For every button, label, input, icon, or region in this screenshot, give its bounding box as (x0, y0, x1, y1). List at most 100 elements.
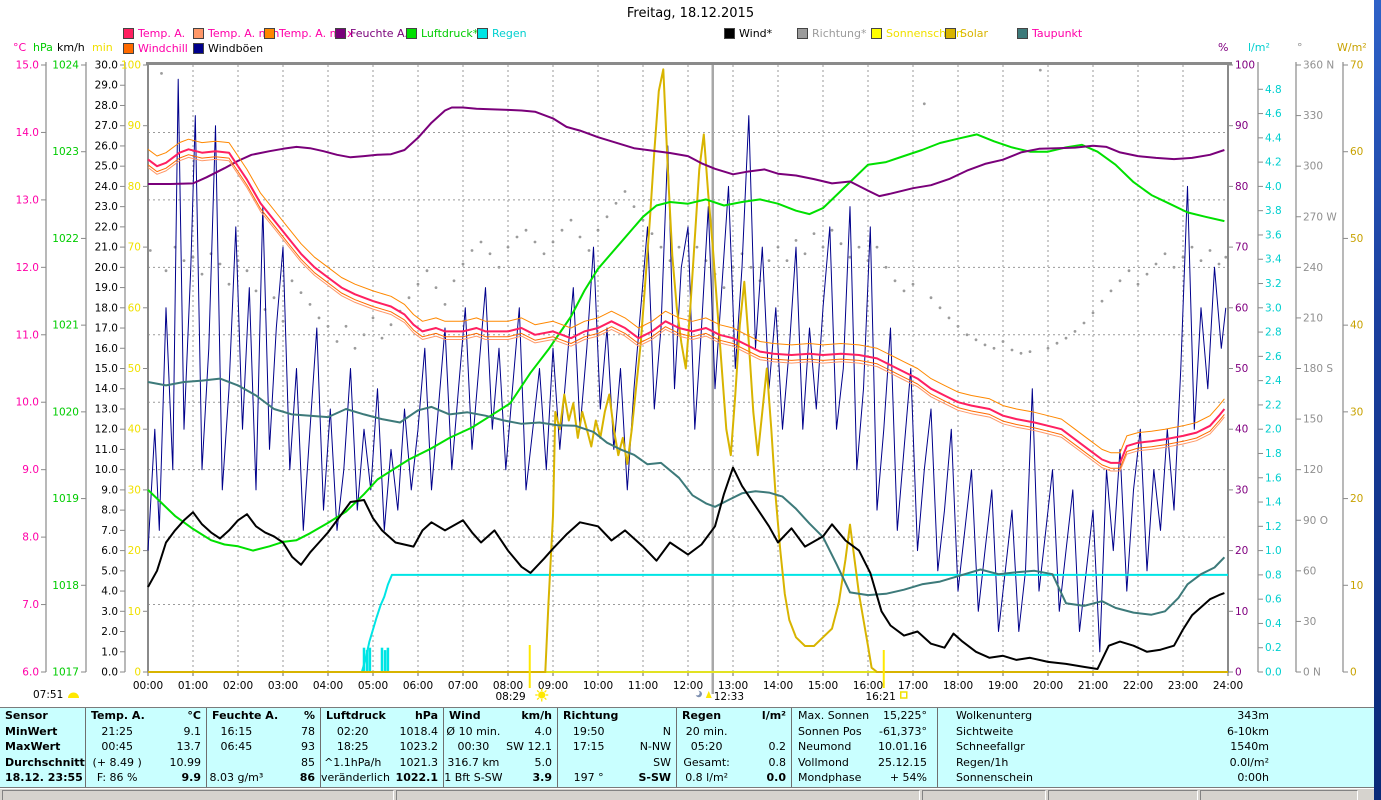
cell-time: 316.7 km (447, 755, 500, 769)
svg-text:4.4: 4.4 (1265, 132, 1282, 144)
cell-value: 3.9 (532, 771, 553, 785)
svg-text:80: 80 (1235, 181, 1248, 193)
svg-text:18:00: 18:00 (943, 680, 973, 692)
svg-text:4.8: 4.8 (1265, 84, 1282, 96)
table-header-row: Regen l/m² (677, 708, 791, 724)
column-unit: l/m² (761, 709, 786, 722)
svg-text:12:00: 12:00 (673, 680, 703, 692)
cell-time: 0.8 l/m² (685, 771, 729, 785)
table-row: Sichtweite 6-10km (938, 724, 1274, 740)
svg-text:22:00: 22:00 (1123, 680, 1153, 692)
table-col-regen: Regen l/m² 20 min. 05:20 0.2 Gesamt: 0.8 0.8 l/… (677, 708, 792, 787)
svg-text:11.0: 11.0 (16, 329, 39, 341)
svg-text:21:00: 21:00 (1078, 680, 1108, 692)
svg-text:240: 240 (1303, 262, 1323, 274)
status-panel (922, 790, 1046, 800)
svg-text:08:29: 08:29 (495, 691, 525, 703)
svg-text:01:00: 01:00 (178, 680, 208, 692)
cell-time: Gesamt: (683, 755, 730, 769)
svg-text:05:00: 05:00 (358, 680, 388, 692)
svg-text:3.2: 3.2 (1265, 278, 1282, 290)
table-row-label: 18.12. 23:55 (0, 770, 85, 786)
svg-text:15.0: 15.0 (16, 60, 39, 72)
cell-label: Max. Sonnen (798, 709, 870, 722)
cell-value: 9.1 (183, 724, 202, 738)
table-row-label: Durchschnitt (0, 755, 85, 771)
cell-value: 1018.4 (399, 724, 439, 738)
table-row: (+ 8.49 ) 10.99 (86, 755, 206, 771)
row-label: Durchschnitt (5, 755, 85, 769)
table-row: 316.7 km 5.0 (444, 755, 557, 771)
table-row-label: MaxWert (0, 739, 85, 755)
svg-text:13.0: 13.0 (16, 194, 39, 206)
table-row: 197 ° S-SW (558, 770, 676, 786)
svg-text:14:00: 14:00 (763, 680, 793, 692)
svg-text:22.0: 22.0 (95, 221, 118, 233)
svg-text:0.8: 0.8 (1265, 569, 1282, 581)
cell-value: 5.0 (534, 755, 553, 769)
svg-text:7.0: 7.0 (22, 599, 39, 611)
cell-time: ^1.1hPa/h (324, 755, 382, 769)
column-header: Wind (449, 709, 481, 722)
svg-text:24.0: 24.0 (95, 181, 118, 193)
column-unit: hPa (414, 709, 438, 722)
cell-value: N (662, 724, 671, 738)
svg-text:18.0: 18.0 (95, 302, 118, 314)
table-col-richtung: Richtung 19:50 N 17:15 N-NW SW 197 ° S-SW (558, 708, 677, 787)
svg-text:270 W: 270 W (1303, 211, 1337, 223)
svg-text:40: 40 (1350, 320, 1363, 332)
svg-text:16:21: 16:21 (865, 691, 895, 703)
svg-text:02:00: 02:00 (223, 680, 253, 692)
svg-text:20:00: 20:00 (1033, 680, 1063, 692)
cell-label: Vollmond (798, 755, 849, 769)
cell-value: 15,225° (883, 709, 927, 722)
svg-text:2.4: 2.4 (1265, 375, 1282, 387)
svg-text:70: 70 (128, 242, 141, 254)
svg-text:1.2: 1.2 (1265, 521, 1282, 533)
svg-text:330: 330 (1303, 110, 1323, 122)
status-panel (2, 790, 394, 800)
cell-value: SW 12.1 (506, 740, 552, 754)
svg-text:15:00: 15:00 (808, 680, 838, 692)
cell-time: 18:25 (336, 740, 369, 754)
svg-text:80: 80 (128, 181, 141, 193)
cell-value: 10.99 (169, 755, 202, 769)
column-header: Temp. A. (91, 709, 145, 722)
column-unit (671, 708, 676, 724)
svg-text:1018: 1018 (52, 580, 79, 592)
svg-text:17:00: 17:00 (898, 680, 928, 692)
svg-text:12.0: 12.0 (16, 262, 39, 274)
svg-text:21.0: 21.0 (95, 242, 118, 254)
cell-value: N-NW (639, 740, 671, 754)
svg-text:0.4: 0.4 (1265, 618, 1282, 630)
weather-app-window: Freitag, 18.12.2015 Temp. A. Temp. A. min… (0, 0, 1381, 800)
cell-time: Ø 10 min. (446, 724, 501, 738)
svg-text:60: 60 (1303, 565, 1316, 577)
svg-text:1021: 1021 (52, 320, 79, 332)
svg-text:1023: 1023 (52, 146, 79, 158)
svg-text:70: 70 (1350, 60, 1363, 72)
svg-text:120: 120 (1303, 464, 1323, 476)
cell-value: 1540m (1230, 740, 1269, 754)
table-col-astro: Max. Sonnen 15,225° Sonnen Pos -61,373° Neum… (792, 708, 938, 787)
table-row: ^1.1hPa/h 1021.3 (321, 755, 443, 771)
cell-label: Wolkenunterg (956, 709, 1033, 722)
svg-text:10.0: 10.0 (95, 464, 118, 476)
stats-table: Sensor MinWert MaxWert Durchschnitt 18.12. 2… (0, 707, 1374, 788)
cell-time: 17:15 (572, 740, 605, 754)
table-row: Sonnen Pos -61,373° (792, 724, 932, 740)
table-header-row: Richtung (558, 708, 676, 724)
svg-text:25.0: 25.0 (95, 161, 118, 173)
svg-text:180 S: 180 S (1303, 363, 1333, 375)
svg-text:1.0: 1.0 (1265, 545, 1282, 557)
svg-text:150: 150 (1303, 414, 1323, 426)
table-row: Regen/1h 0.0l/m² (938, 755, 1274, 771)
column-unit: km/h (521, 709, 552, 722)
svg-text:0.0: 0.0 (1265, 667, 1282, 679)
svg-text:1.4: 1.4 (1265, 497, 1282, 509)
svg-text:0: 0 (1350, 667, 1357, 679)
cell-time: 16:15 (220, 724, 253, 738)
cell-label: Sonnen Pos (798, 724, 862, 738)
cell-label: Sonnenschein (956, 771, 1033, 785)
svg-text:3.0: 3.0 (101, 606, 118, 618)
